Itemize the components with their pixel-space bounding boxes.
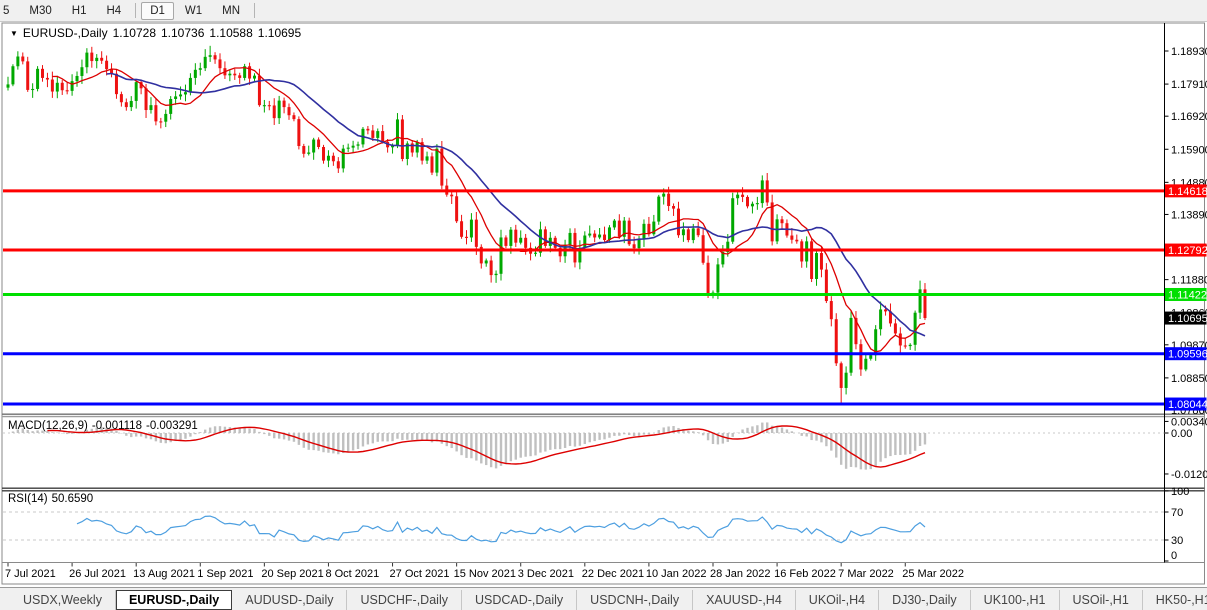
svg-text:30: 30 xyxy=(1171,535,1183,547)
svg-text:1.11422: 1.11422 xyxy=(1168,289,1207,301)
svg-text:7 Jul 2021: 7 Jul 2021 xyxy=(5,568,56,580)
ohlc-high: 1.10736 xyxy=(161,26,205,40)
svg-text:26 Jul 2021: 26 Jul 2021 xyxy=(69,568,126,580)
tab-xauusd-h4[interactable]: XAUUSD-,H4 xyxy=(693,589,796,610)
tab-hk50-h1[interactable]: HK50-,H1 xyxy=(1143,590,1207,610)
svg-text:1.08044: 1.08044 xyxy=(1168,399,1207,411)
svg-text:25 Mar 2022: 25 Mar 2022 xyxy=(902,568,964,580)
tab-usdchf-daily[interactable]: USDCHF-,Daily xyxy=(347,589,462,610)
rsi-indicator-label: RSI(14) 50.6590 xyxy=(8,493,97,505)
tab-usoil-h1[interactable]: USOil-,H1 xyxy=(1060,589,1143,610)
chart-window: 1.18930 1.17910 1.16920 1.15900 1.14880 1.138… xyxy=(0,21,1207,587)
svg-text:22 Dec 2021: 22 Dec 2021 xyxy=(582,568,644,580)
svg-text:100: 100 xyxy=(1171,486,1189,498)
ohlc-open: 1.10728 xyxy=(112,26,156,40)
tab-usdcnh-daily[interactable]: USDCNH-,Daily xyxy=(577,589,694,610)
timeframe-button-h4[interactable]: H4 xyxy=(97,2,130,20)
svg-text:1.17910: 1.17910 xyxy=(1171,79,1207,91)
timeframe-button-d1[interactable]: D1 xyxy=(141,1,174,20)
chart-canvas[interactable]: 1.189301.179101.169201.159001.148801.138… xyxy=(0,21,1207,587)
macd-indicator-label: MACD(12,26,9) -0.001118 -0.003291 xyxy=(8,420,202,432)
ohlc-close: 1.10695 xyxy=(257,26,302,40)
terminal-window: 5 M30 H1 H4 D1 W1 MN 1.18930 1.17910 1.16920 1.15… xyxy=(0,0,1207,610)
tab-usdx-weekly[interactable]: USDX,Weekly xyxy=(10,589,116,610)
svg-text:8 Oct 2021: 8 Oct 2021 xyxy=(325,568,379,580)
timeframe-button-5[interactable]: 5 xyxy=(0,2,18,20)
svg-text:0: 0 xyxy=(1171,550,1177,562)
chart-symbol-label: EURUSD-,Daily xyxy=(22,26,108,40)
svg-text:1.18930: 1.18930 xyxy=(1171,46,1207,58)
timeframe-toolbar: 5 M30 H1 H4 D1 W1 MN xyxy=(0,0,1207,22)
svg-text:0.00: 0.00 xyxy=(1171,428,1192,440)
rsi-value: 50.6590 xyxy=(51,493,94,505)
svg-text:1 Sep 2021: 1 Sep 2021 xyxy=(197,568,253,580)
svg-text:0.003408: 0.003408 xyxy=(1171,416,1207,428)
tab-dj30-daily[interactable]: DJ30-,Daily xyxy=(879,589,971,610)
ohlc-low: 1.10588 xyxy=(209,26,253,40)
svg-text:1.15900: 1.15900 xyxy=(1171,144,1207,156)
timeframe-button-h1[interactable]: H1 xyxy=(63,2,96,20)
macd-name: MACD(12,26,9) xyxy=(8,420,88,432)
svg-text:15 Nov 2021: 15 Nov 2021 xyxy=(454,568,516,580)
chevron-down-icon[interactable]: ▼ xyxy=(10,29,18,38)
toolbar-separator xyxy=(254,3,256,18)
svg-text:16 Feb 2022: 16 Feb 2022 xyxy=(774,568,836,580)
timeframe-button-mn[interactable]: MN xyxy=(213,2,249,20)
svg-text:1.10695: 1.10695 xyxy=(1168,313,1207,325)
svg-text:27 Oct 2021: 27 Oct 2021 xyxy=(390,568,450,580)
svg-text:20 Sep 2021: 20 Sep 2021 xyxy=(261,568,323,580)
svg-text:13 Aug 2021: 13 Aug 2021 xyxy=(133,568,195,580)
symbol-tabbar: USDX,Weekly EURUSD-,Daily AUDUSD-,Daily USD… xyxy=(0,587,1207,610)
svg-text:1.11880: 1.11880 xyxy=(1171,275,1207,287)
svg-text:28 Jan 2022: 28 Jan 2022 xyxy=(710,568,771,580)
toolbar-separator xyxy=(135,3,137,18)
svg-text:1.08850: 1.08850 xyxy=(1171,373,1207,385)
svg-text:7 Mar 2022: 7 Mar 2022 xyxy=(838,568,894,580)
svg-text:70: 70 xyxy=(1171,507,1183,519)
svg-text:10 Jan 2022: 10 Jan 2022 xyxy=(646,568,707,580)
tab-uk100-h1[interactable]: UK100-,H1 xyxy=(971,589,1060,610)
tabs-holder: USDX,Weekly EURUSD-,Daily AUDUSD-,Daily USD… xyxy=(10,589,1207,610)
tab-eurusd-daily[interactable]: EURUSD-,Daily xyxy=(115,589,233,610)
rsi-name: RSI(14) xyxy=(8,493,48,505)
macd-value-signal: -0.003291 xyxy=(145,420,198,432)
timeframe-button-w1[interactable]: W1 xyxy=(176,2,211,20)
tab-audusd-daily[interactable]: AUDUSD-,Daily xyxy=(232,589,348,610)
timeframe-button-m30[interactable]: M30 xyxy=(20,2,60,20)
tab-ukoil-h4[interactable]: UKOil-,H4 xyxy=(796,589,880,610)
svg-text:3 Dec 2021: 3 Dec 2021 xyxy=(518,568,574,580)
macd-value-main: -0.001118 xyxy=(91,420,142,432)
chart-title: ▼ EURUSD-,Daily 1.10728 1.10736 1.10588 1.106… xyxy=(10,26,301,40)
svg-text:-0.01205: -0.01205 xyxy=(1171,469,1207,481)
svg-text:1.09596: 1.09596 xyxy=(1168,349,1207,361)
svg-text:1.14618: 1.14618 xyxy=(1168,186,1207,198)
svg-text:1.13890: 1.13890 xyxy=(1171,209,1207,221)
svg-text:1.16920: 1.16920 xyxy=(1171,111,1207,123)
tab-usdcad-daily[interactable]: USDCAD-,Daily xyxy=(462,589,578,610)
svg-text:1.12792: 1.12792 xyxy=(1168,245,1207,257)
